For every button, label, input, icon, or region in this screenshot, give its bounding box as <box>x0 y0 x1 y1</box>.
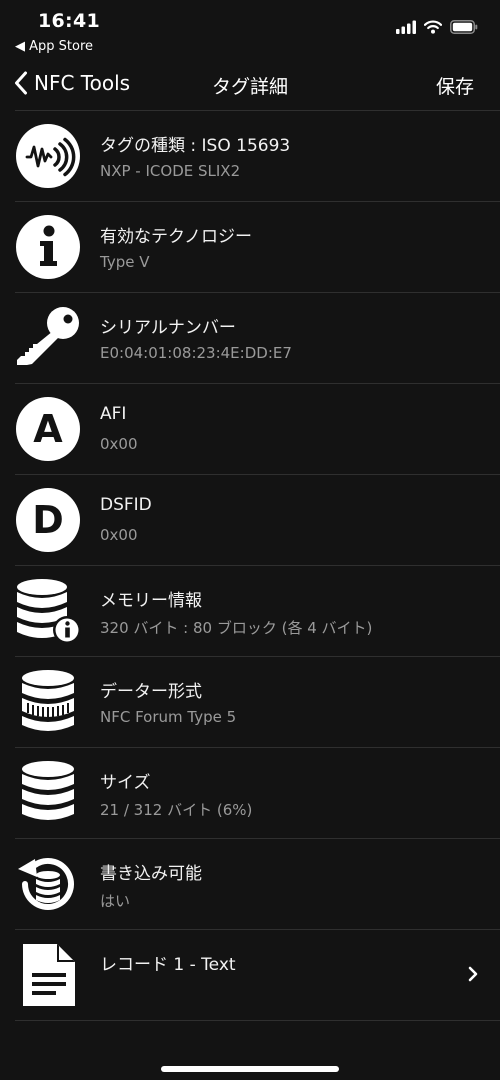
svg-text:A: A <box>33 407 63 451</box>
letter-a-icon: A <box>16 397 80 461</box>
item-value: NXP - ICODE SLIX2 <box>100 162 241 180</box>
back-to-app-store[interactable]: ◀ App Store <box>15 39 93 54</box>
list-item-size[interactable]: サイズ 21 / 312 バイト (6%) <box>15 748 500 839</box>
item-value: NFC Forum Type 5 <box>100 708 237 726</box>
info-icon <box>16 215 80 279</box>
svg-text:D: D <box>32 498 64 542</box>
item-value: 0x00 <box>100 526 138 544</box>
tag-detail-list: タグの種類 : ISO 15693 NXP - ICODE SLIX2 有効なテ… <box>0 110 500 1021</box>
chevron-right-icon <box>468 966 478 982</box>
item-title: データー形式 <box>100 682 202 702</box>
list-item-tag-type[interactable]: タグの種類 : ISO 15693 NXP - ICODE SLIX2 <box>15 111 500 202</box>
item-value: E0:04:01:08:23:4E:DD:E7 <box>100 344 292 362</box>
status-time: 16:41 <box>38 10 100 32</box>
status-bar: 16:41 ◀ App Store <box>0 0 500 62</box>
wifi-icon <box>424 20 442 34</box>
save-button[interactable]: 保存 <box>436 72 474 99</box>
home-indicator[interactable] <box>161 1066 339 1072</box>
item-title: 書き込み可能 <box>100 864 202 884</box>
list-item-record-1[interactable]: レコード 1 - Text <box>15 930 500 1021</box>
list-item-writable[interactable]: 書き込み可能 はい <box>15 839 500 930</box>
list-item-dsfid[interactable]: D DSFID 0x00 <box>15 475 500 566</box>
database-format-icon <box>22 670 74 731</box>
status-icons <box>396 20 478 34</box>
navigation-bar: NFC Tools タグ詳細 保存 <box>0 62 500 110</box>
list-item-data-format[interactable]: データー形式 NFC Forum Type 5 <box>15 657 500 748</box>
document-icon <box>23 944 75 1006</box>
item-title: シリアルナンバー <box>100 318 236 338</box>
item-title: メモリー情報 <box>100 591 202 611</box>
item-title: サイズ <box>100 773 151 793</box>
battery-icon <box>450 20 478 34</box>
database-refresh-icon <box>18 858 74 910</box>
item-title: 有効なテクノロジー <box>100 227 252 247</box>
item-value: はい <box>100 892 131 910</box>
item-value: 21 / 312 バイト (6%) <box>100 801 253 819</box>
cellular-signal-icon <box>396 20 416 34</box>
nfc-wave-icon <box>16 124 80 188</box>
item-value: 0x00 <box>100 435 138 453</box>
list-item-serial-number[interactable]: シリアルナンバー E0:04:01:08:23:4E:DD:E7 <box>15 293 500 384</box>
item-title: レコード 1 - Text <box>100 955 236 975</box>
item-title: DSFID <box>100 495 152 515</box>
list-item-memory-info[interactable]: メモリー情報 320 バイト : 80 ブロック (各 4 バイト) <box>15 566 500 657</box>
page-title: タグ詳細 <box>211 76 288 98</box>
item-value: Type V <box>100 253 150 271</box>
item-value: 320 バイト : 80 ブロック (各 4 バイト) <box>100 619 373 637</box>
database-info-icon <box>17 579 81 644</box>
list-item-afi[interactable]: A AFI 0x00 <box>15 384 500 475</box>
letter-d-icon: D <box>16 488 80 552</box>
key-icon <box>17 307 79 365</box>
item-title: タグの種類 : ISO 15693 <box>100 136 291 156</box>
item-title: AFI <box>100 404 127 424</box>
database-icon <box>22 761 74 820</box>
list-item-technology[interactable]: 有効なテクノロジー Type V <box>15 202 500 293</box>
